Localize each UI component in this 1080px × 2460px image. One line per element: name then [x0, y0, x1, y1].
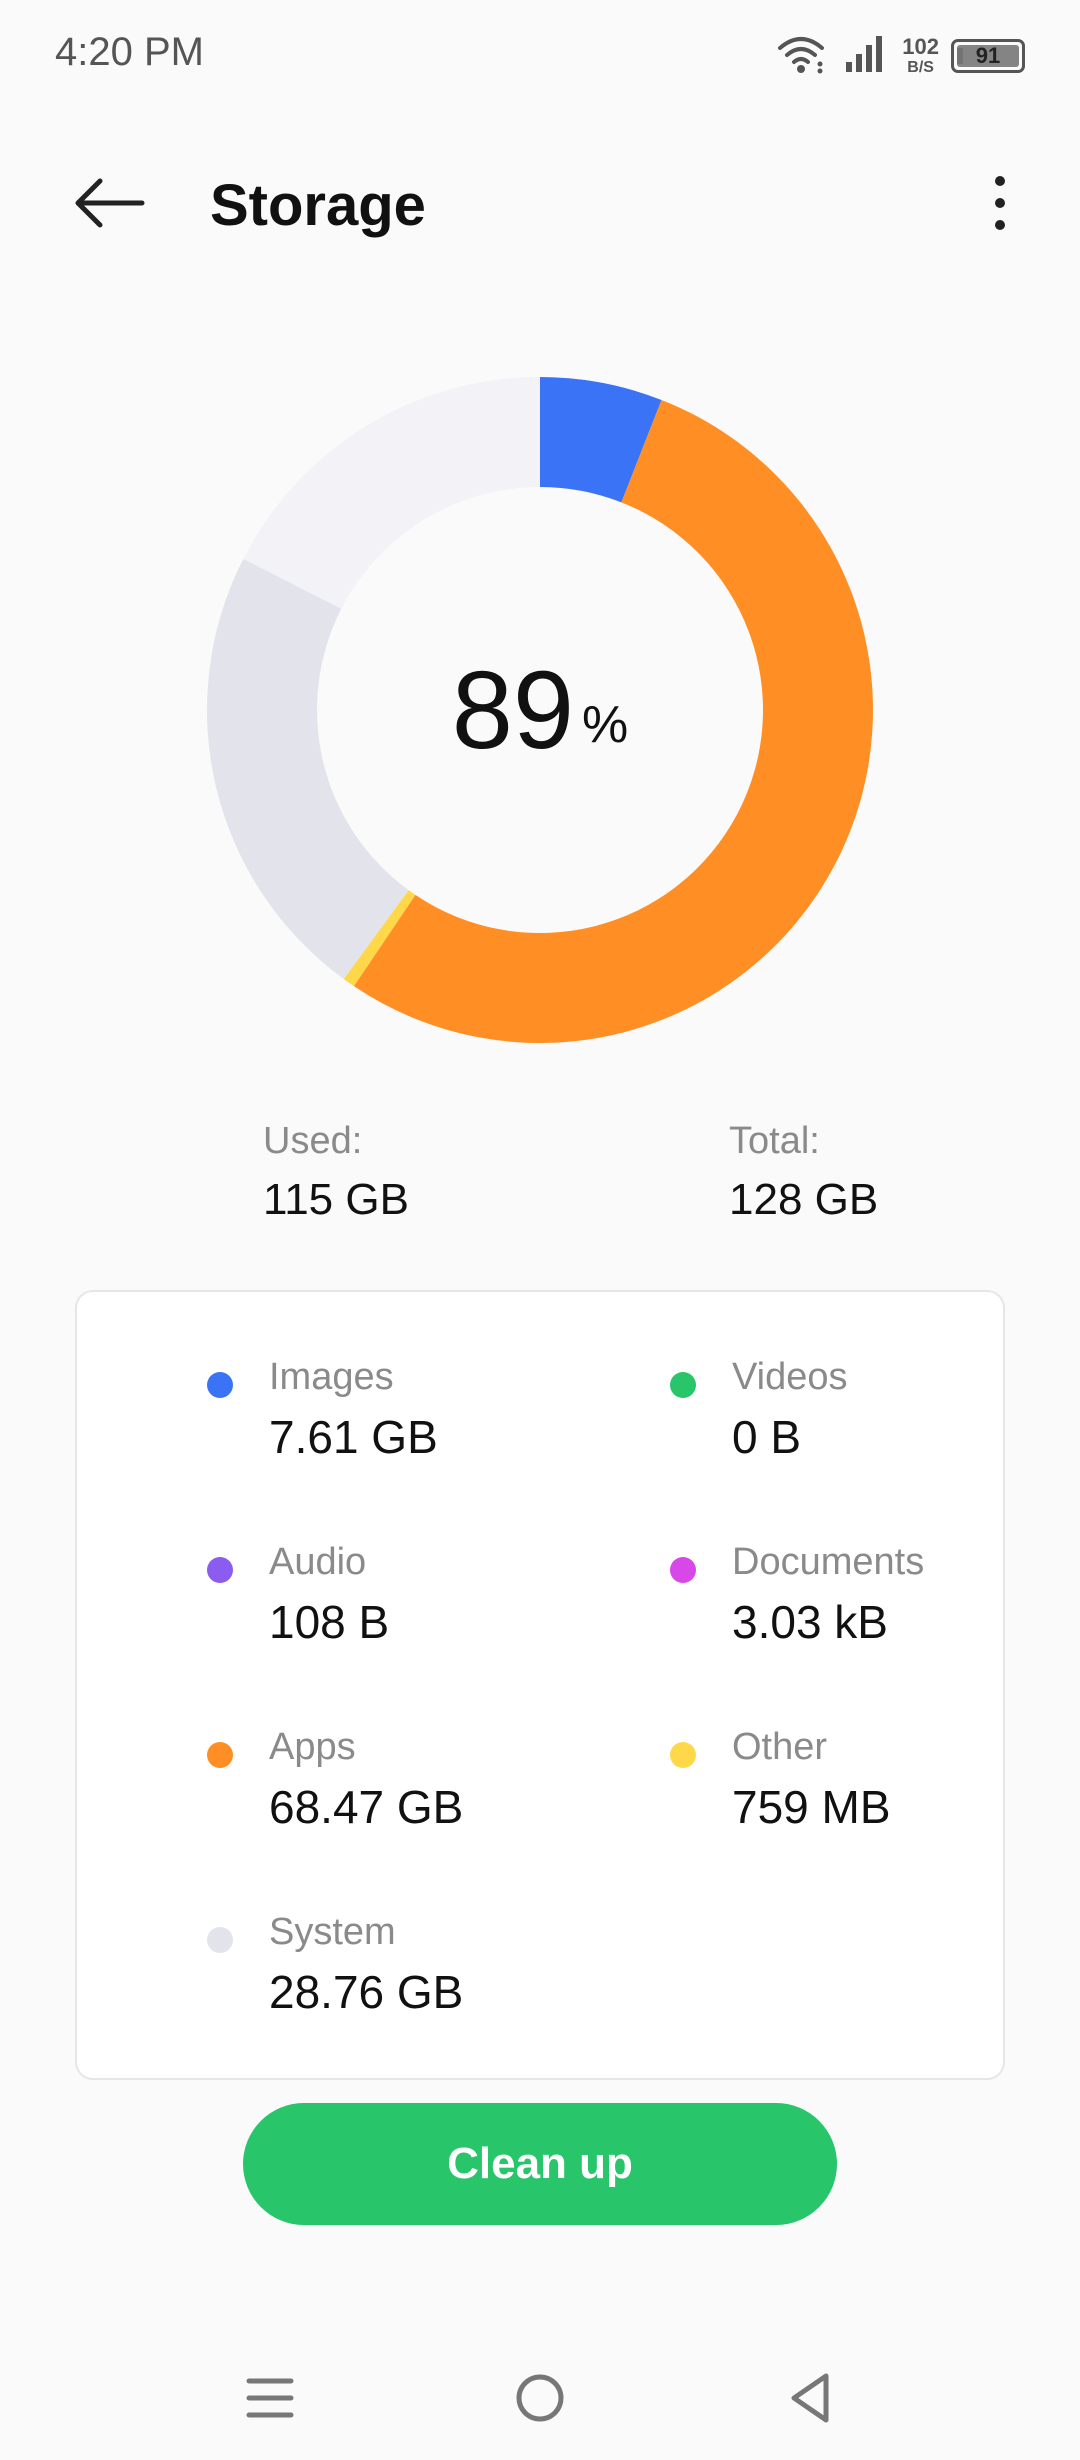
- category-label: Images: [269, 1356, 394, 1398]
- category-label: System: [269, 1911, 396, 1953]
- videos-color-dot: [670, 1372, 696, 1398]
- usage-percent-sign: %: [582, 696, 629, 754]
- clean-up-button[interactable]: Clean up: [243, 2103, 837, 2225]
- category-videos[interactable]: Videos 0 B: [670, 1352, 1080, 1472]
- storage-donut-chart: 89 %: [205, 375, 875, 1045]
- battery-icon: 91: [951, 39, 1025, 73]
- category-label: Videos: [732, 1356, 848, 1398]
- network-speed-unit: B/S: [907, 59, 934, 76]
- category-value: 108 B: [269, 1596, 390, 1648]
- category-label: Apps: [269, 1726, 356, 1768]
- app-bar: Storage: [0, 150, 1080, 260]
- more-vertical-icon: [990, 173, 1010, 238]
- other-color-dot: [670, 1742, 696, 1768]
- system-nav-bar: [0, 2340, 1080, 2450]
- documents-color-dot: [670, 1557, 696, 1583]
- system-back-button[interactable]: [770, 2360, 850, 2440]
- total-label: Total:: [729, 1120, 820, 1162]
- back-button[interactable]: [70, 170, 160, 240]
- used-value: 115 GB: [263, 1175, 409, 1224]
- used-label: Used:: [263, 1120, 363, 1162]
- storage-summary: Used: 115 GB Total: 128 GB: [0, 1120, 1080, 1230]
- apps-color-dot: [207, 1742, 233, 1768]
- usage-percent-value: 89: [451, 648, 575, 772]
- category-apps[interactable]: Apps 68.47 GB: [207, 1722, 627, 1842]
- category-value: 7.61 GB: [269, 1411, 438, 1463]
- category-documents[interactable]: Documents 3.03 kB: [670, 1537, 1080, 1657]
- battery-body: 91: [951, 39, 1025, 73]
- category-value: 28.76 GB: [269, 1966, 464, 2018]
- battery-level: 91: [975, 43, 1001, 68]
- used-summary: Used: 115 GB: [263, 1120, 409, 1225]
- category-value: 3.03 kB: [732, 1596, 888, 1648]
- system-color-dot: [207, 1927, 233, 1953]
- network-speed: 102 B/S: [902, 36, 939, 76]
- category-system[interactable]: System 28.76 GB: [207, 1907, 627, 2027]
- status-bar: 4:20 PM 102 B/S 91: [0, 0, 1080, 110]
- status-icons: 102 B/S 91: [776, 28, 1025, 84]
- category-value: 759 MB: [732, 1781, 891, 1833]
- category-label: Other: [732, 1726, 828, 1768]
- category-label: Audio: [269, 1541, 367, 1583]
- home-circle-icon: [514, 2372, 566, 2429]
- category-value: 0 B: [732, 1411, 802, 1463]
- signal-icon: [844, 34, 884, 79]
- storage-categories-card: Images 7.61 GB Videos 0 B Audio 108 B Do…: [75, 1290, 1005, 2080]
- category-other[interactable]: Other 759 MB: [670, 1722, 1080, 1842]
- wifi-icon: [776, 34, 826, 79]
- category-label: Documents: [732, 1541, 925, 1583]
- menu-icon: [245, 2373, 295, 2428]
- category-images[interactable]: Images 7.61 GB: [207, 1352, 627, 1472]
- category-value: 68.47 GB: [269, 1781, 464, 1833]
- back-triangle-icon: [786, 2371, 834, 2430]
- arrow-left-icon: [70, 173, 150, 238]
- audio-color-dot: [207, 1557, 233, 1583]
- total-value: 128 GB: [729, 1175, 879, 1224]
- page-title: Storage: [210, 173, 426, 238]
- recent-apps-button[interactable]: [230, 2360, 310, 2440]
- total-summary: Total: 128 GB: [729, 1120, 878, 1225]
- more-options-button[interactable]: [970, 165, 1030, 245]
- images-color-dot: [207, 1372, 233, 1398]
- home-button[interactable]: [500, 2360, 580, 2440]
- network-speed-value: 102: [902, 34, 939, 59]
- status-time: 4:20 PM: [55, 30, 204, 74]
- donut-center: 89 %: [205, 375, 875, 1045]
- category-audio[interactable]: Audio 108 B: [207, 1537, 627, 1657]
